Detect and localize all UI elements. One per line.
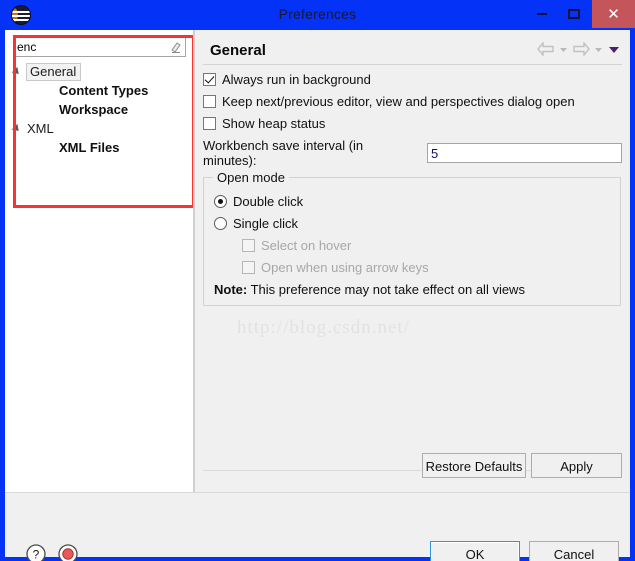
search-input[interactable] — [17, 39, 165, 55]
forward-arrow-icon[interactable] — [572, 42, 590, 56]
radio-icon[interactable] — [214, 216, 227, 230]
general-preferences-page: General Always run in background Keep ne… — [195, 30, 630, 492]
back-arrow-icon[interactable] — [537, 42, 555, 56]
clear-filter-icon[interactable] — [169, 41, 182, 54]
note-prefix: Note: — [214, 282, 248, 297]
tree-item-general[interactable]: General — [5, 62, 193, 81]
preference-tree[interactable]: General Content Types Workspace XML XML … — [5, 62, 193, 482]
record-icon[interactable] — [57, 543, 79, 561]
checkbox-show-heap-status[interactable]: Show heap status — [203, 112, 622, 134]
checkbox-label: Open when using arrow keys — [261, 259, 429, 275]
help-icon[interactable]: ? — [25, 543, 47, 561]
checkbox-open-when-using-arrow-keys: Open when using arrow keys — [214, 256, 610, 278]
apply-button[interactable]: Apply — [531, 453, 622, 478]
preferences-dialog-window: Preferences ✕ enc General Content Types … — [0, 0, 635, 561]
minimize-icon — [537, 13, 547, 15]
checkbox-label: Show heap status — [222, 115, 326, 131]
open-mode-group-title: Open mode — [213, 170, 289, 185]
dialog-footer: ? OK Cancel — [5, 492, 630, 561]
checkbox-label: Select on hover — [261, 237, 352, 253]
tree-item-label: General — [26, 62, 82, 81]
expander-triangle-icon[interactable] — [13, 124, 22, 133]
workbench-save-interval-row: Workbench save interval (in minutes): — [203, 138, 622, 168]
tree-item-xml[interactable]: XML — [5, 119, 193, 138]
save-interval-input[interactable] — [427, 143, 622, 163]
checkbox-icon[interactable] — [203, 94, 216, 108]
open-mode-group: Open mode Double click Single click Sele… — [203, 170, 621, 306]
radio-double-click[interactable]: Double click — [214, 190, 610, 212]
tree-item-workspace[interactable]: Workspace — [5, 100, 193, 119]
checkbox-icon — [242, 238, 255, 252]
checkbox-always-run-in-background[interactable]: Always run in background — [203, 68, 622, 90]
checkbox-keep-editor-dialog-open[interactable]: Keep next/previous editor, view and pers… — [203, 90, 622, 112]
cancel-button[interactable]: Cancel — [529, 541, 619, 561]
tree-item-label: Workspace — [59, 102, 129, 117]
checkbox-icon[interactable] — [203, 116, 216, 130]
title-bar: Preferences ✕ — [0, 0, 635, 30]
maximize-icon — [568, 9, 580, 19]
maximize-button[interactable] — [560, 0, 588, 28]
checkbox-label: Keep next/previous editor, view and pers… — [222, 93, 575, 109]
checkbox-select-on-hover: Select on hover — [214, 234, 610, 256]
save-interval-label: Workbench save interval (in minutes): — [203, 138, 364, 168]
tree-item-label: XML Files — [59, 140, 120, 155]
back-dropdown-chevron-down-icon[interactable] — [557, 43, 570, 56]
checkbox-icon — [242, 260, 255, 274]
checkbox-icon[interactable] — [203, 72, 216, 86]
radio-label: Double click — [233, 193, 304, 209]
tree-item-label: Content Types — [59, 83, 149, 98]
tree-item-label: XML — [27, 121, 54, 136]
dialog-body: General Content Types Workspace XML XML … — [5, 30, 630, 561]
close-button[interactable]: ✕ — [592, 0, 635, 28]
page-title: General — [210, 42, 266, 59]
close-icon: ✕ — [607, 4, 620, 23]
filter-field-wrapper[interactable] — [14, 37, 186, 57]
preferences-content: Always run in background Keep next/previ… — [203, 68, 622, 306]
tree-item-xml-files[interactable]: XML Files — [5, 138, 193, 157]
open-mode-note: Note: This preference may not take effec… — [214, 282, 610, 297]
watermark-text: http://blog.csdn.net/ — [237, 317, 410, 338]
ok-button[interactable]: OK — [430, 541, 520, 561]
note-text: This preference may not take effect on a… — [250, 282, 525, 297]
header-divider — [203, 64, 622, 65]
minimize-button[interactable] — [528, 0, 556, 28]
radio-label: Single click — [233, 215, 299, 231]
restore-defaults-button[interactable]: Restore Defaults — [422, 453, 526, 478]
expander-triangle-icon[interactable] — [13, 67, 22, 76]
checkbox-label: Always run in background — [222, 71, 371, 87]
page-navigation-toolbar — [537, 42, 621, 56]
radio-icon[interactable] — [214, 194, 227, 208]
preference-tree-panel: General Content Types Workspace XML XML … — [5, 30, 195, 492]
radio-single-click[interactable]: Single click — [214, 212, 610, 234]
tree-item-content-types[interactable]: Content Types — [5, 81, 193, 100]
view-menu-chevron-down-filled-icon[interactable] — [607, 43, 621, 56]
forward-dropdown-chevron-down-icon[interactable] — [592, 43, 605, 56]
svg-text:?: ? — [33, 548, 40, 561]
